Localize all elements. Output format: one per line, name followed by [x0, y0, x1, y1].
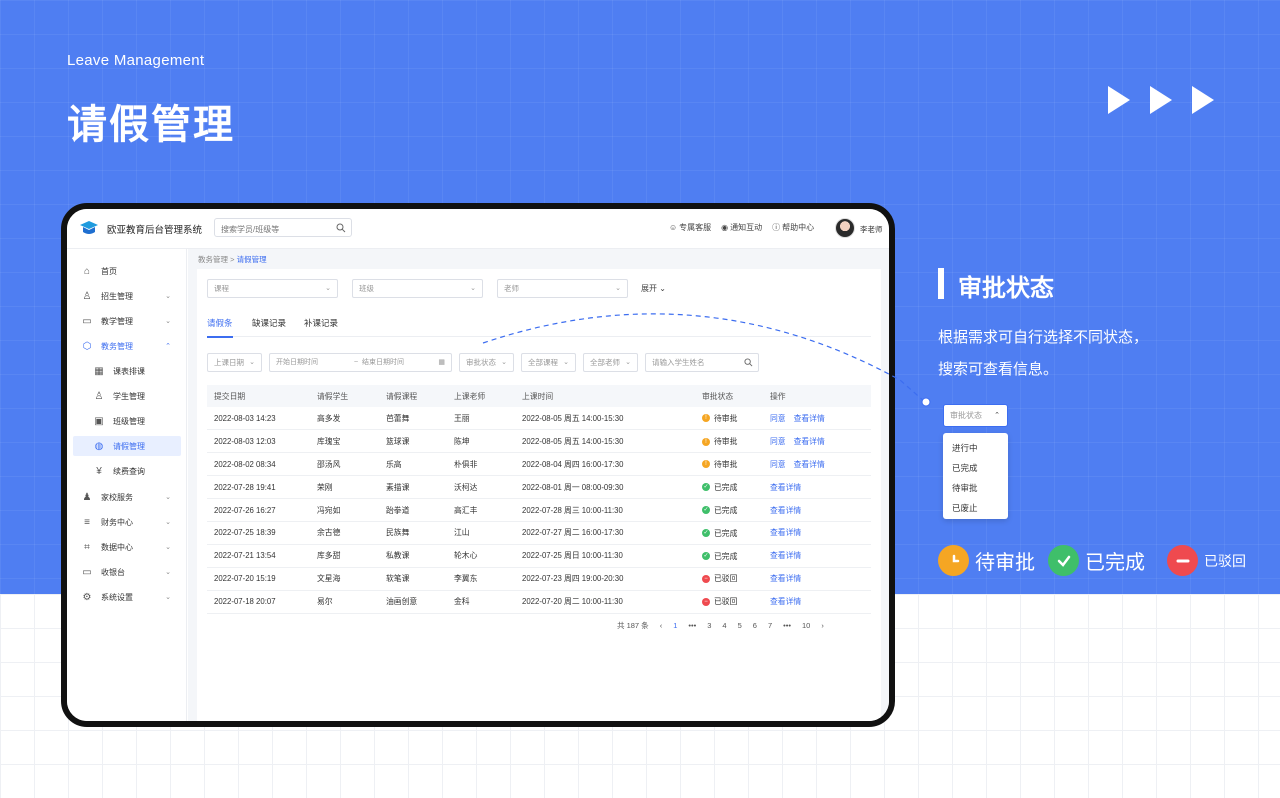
section-marker	[938, 268, 944, 299]
status-option-completed[interactable]: 已完成	[943, 458, 1008, 478]
status-option-pending[interactable]: 待审批	[943, 478, 1008, 498]
legend-completed: 已完成	[1048, 545, 1145, 576]
status-dropdown-demo[interactable]: 审批状态 ⌃	[943, 404, 1008, 427]
section-title: 审批状态	[958, 275, 1054, 302]
legend-pending: 待审批	[938, 545, 1035, 576]
chevron-up-icon: ⌃	[994, 412, 1000, 419]
status-dropdown-menu: 进行中 已完成 待审批 已废止	[943, 433, 1008, 519]
callout-connector	[482, 313, 931, 407]
status-option-in-progress[interactable]: 进行中	[943, 438, 1008, 458]
section-description: 根据需求可自行选择不同状态， 搜索可查看信息。	[938, 329, 1149, 378]
minus-icon	[1167, 545, 1198, 576]
clock-icon	[938, 545, 969, 576]
status-option-abolished[interactable]: 已废止	[943, 498, 1008, 518]
legend-rejected: 已驳回	[1167, 545, 1246, 576]
check-icon	[1048, 545, 1079, 576]
